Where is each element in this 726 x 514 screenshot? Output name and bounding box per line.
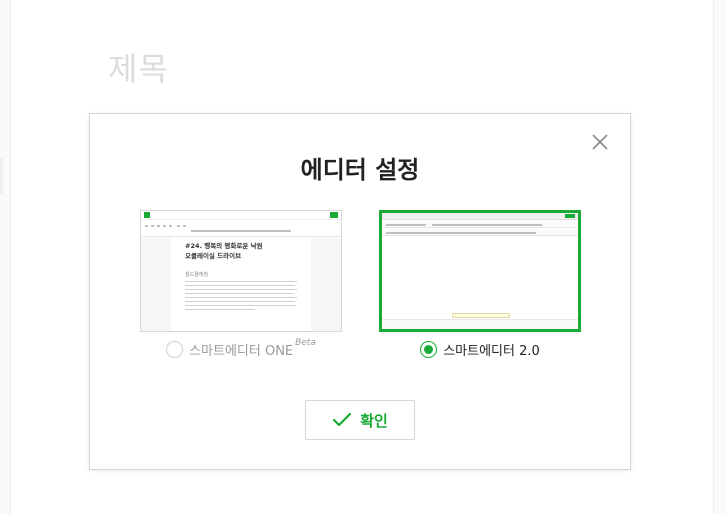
- option-smart-editor-2[interactable]: 스마트에디터 2.0: [379, 210, 581, 359]
- editor-settings-dialog: 에디터 설정 #24. 행복의 평화로운 낙원 오클레이실 드라이브 월드클래썸…: [89, 113, 631, 470]
- thumb-publish-mark: [330, 212, 338, 218]
- smart-editor-2-thumbnail[interactable]: [379, 210, 581, 332]
- thumb-text-line: [185, 293, 293, 294]
- thumb-text-line: [185, 305, 296, 306]
- thumb-text-line: [185, 309, 255, 310]
- radio-smart-editor-one[interactable]: [166, 341, 184, 358]
- close-icon: [592, 134, 608, 150]
- option-one-label[interactable]: 스마트에디터 ONE: [189, 340, 293, 359]
- thumb-doc-title-line2: 오클레이실 드라이브: [185, 252, 242, 260]
- thumb-text-line: [185, 297, 297, 298]
- dialog-title: 에디터 설정: [300, 156, 420, 184]
- thumb-footer: [382, 319, 578, 329]
- thumb-tool: [386, 224, 426, 226]
- thumb-doc-subtitle: 월드클래썸: [185, 272, 209, 278]
- thumb-text-line: [185, 285, 295, 286]
- thumb-tool: [386, 232, 536, 234]
- thumb-publish-mark: [565, 214, 575, 218]
- thumb-tool: [177, 225, 180, 227]
- beta-badge: Beta: [295, 337, 316, 348]
- thumb-left-margin: [141, 238, 171, 331]
- close-button[interactable]: [590, 132, 610, 152]
- confirm-label: 확인: [360, 411, 388, 430]
- thumb-toolbar-row-2: [382, 229, 578, 236]
- thumb-text-line: [185, 289, 297, 290]
- thumb-logo-mark: [144, 212, 150, 218]
- thumb-tool: [157, 225, 160, 227]
- confirm-button[interactable]: 확인: [305, 400, 415, 440]
- check-icon: [333, 412, 352, 427]
- thumb-doc-title: #24. 행복의 평화로운 낙원 오클레이실 드라이브: [185, 241, 263, 261]
- thumb-toolbar-row-1: [382, 221, 578, 228]
- thumb-toolbar: [141, 221, 341, 237]
- thumb-toolbar-top: [141, 211, 341, 220]
- left-edge-marker: [0, 158, 3, 194]
- option-two-label-row[interactable]: 스마트에디터 2.0: [379, 340, 581, 359]
- smart-editor-one-thumbnail[interactable]: #24. 행복의 평화로운 낙원 오클레이실 드라이브 월드클래썸: [140, 210, 342, 332]
- thumb-right-margin: [311, 238, 341, 331]
- thumb-format-bar: [191, 230, 291, 232]
- thumb-tool: [151, 225, 154, 227]
- thumb-tool: [183, 225, 186, 227]
- thumb-menu-bar: [382, 213, 578, 220]
- thumb-doc-title-line1: #24. 행복의 평화로운 낙원: [185, 242, 263, 250]
- option-one-label-row[interactable]: 스마트에디터 ONE Beta: [140, 337, 342, 359]
- option-two-label[interactable]: 스마트에디터 2.0: [443, 340, 540, 359]
- thumb-tool: [163, 225, 166, 227]
- thumb-text-line: [185, 281, 297, 282]
- radio-smart-editor-2[interactable]: [420, 341, 438, 358]
- thumb-tool: [432, 224, 542, 226]
- thumb-tool: [145, 225, 148, 227]
- option-smart-editor-one[interactable]: #24. 행복의 평화로운 낙원 오클레이실 드라이브 월드클래썸 스마트에디터…: [140, 210, 342, 359]
- thumb-text-line: [185, 301, 295, 302]
- post-title-placeholder[interactable]: 제목: [108, 44, 169, 90]
- thumb-tool: [169, 225, 172, 227]
- thumb-notice: [452, 313, 510, 318]
